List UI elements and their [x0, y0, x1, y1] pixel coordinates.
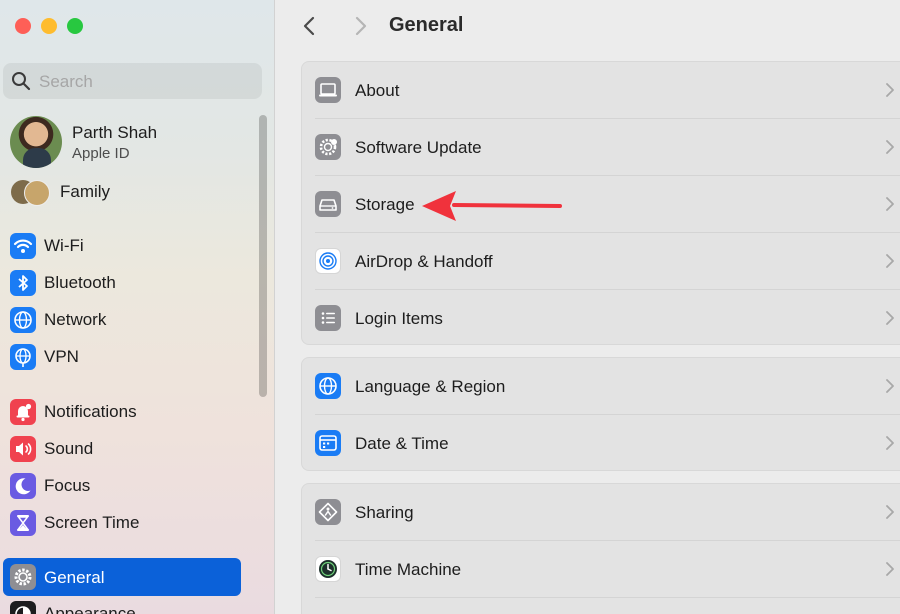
row-time-machine[interactable]: Time Machine [302, 541, 900, 598]
sharing-icon [315, 499, 341, 525]
row-about[interactable]: About [302, 62, 900, 119]
bluetooth-icon [10, 270, 36, 296]
search-input[interactable] [37, 63, 251, 101]
sidebar-item-label: VPN [44, 347, 79, 366]
chevron-right-icon [886, 197, 894, 211]
chevron-right-icon [886, 311, 894, 325]
chevron-right-icon [886, 379, 894, 393]
airdrop-icon [315, 248, 341, 274]
sidebar-item-screen-time[interactable]: Screen Time [10, 507, 250, 539]
sidebar-item-label: Screen Time [44, 513, 140, 532]
drive-icon [315, 191, 341, 217]
sidebar-item-label: General [44, 568, 105, 587]
hourglass-icon [10, 510, 36, 536]
row-label: Software Update [355, 138, 482, 157]
close-window-button[interactable] [15, 18, 31, 34]
sidebar-item-label: Appearance [44, 604, 136, 614]
laptop-icon [315, 77, 341, 103]
page-title: General [389, 14, 464, 36]
sidebar-item-label: Focus [44, 476, 91, 495]
row-label: Date & Time [355, 434, 449, 453]
sidebar-item-label: Notifications [44, 402, 137, 421]
vpn-globe-icon [10, 344, 36, 370]
chevron-right-icon [886, 505, 894, 519]
time-machine-icon [315, 556, 341, 582]
wifi-icon [10, 233, 36, 259]
appearance-icon [10, 601, 36, 614]
moon-icon [10, 473, 36, 499]
red-arrow-annotation [422, 191, 562, 221]
row-label: Language & Region [355, 377, 506, 396]
row-label: Storage [355, 195, 415, 214]
row-sharing[interactable]: Sharing [302, 484, 900, 541]
globe-icon [315, 373, 341, 399]
row-label: Sharing [355, 503, 414, 522]
zoom-window-button[interactable] [67, 18, 83, 34]
sidebar-scrollbar[interactable] [259, 115, 267, 397]
row-date-time[interactable]: Date & Time [302, 415, 900, 472]
system-settings-window: Parth Shah Apple ID Family Wi-Fi Bluetoo… [0, 0, 900, 614]
sidebar-item-focus[interactable]: Focus [10, 470, 250, 502]
settings-group-locale: Language & Region Date & Time [301, 357, 900, 471]
chevron-right-icon [886, 83, 894, 97]
gear-badge-icon [315, 134, 341, 160]
chevron-right-icon [886, 140, 894, 154]
bell-icon [10, 399, 36, 425]
row-label: Login Items [355, 309, 443, 328]
chevron-right-icon [886, 562, 894, 576]
sidebar: Parth Shah Apple ID Family Wi-Fi Bluetoo… [0, 0, 275, 614]
calendar-clock-icon [315, 430, 341, 456]
chevron-right-icon [886, 254, 894, 268]
sidebar-item-bluetooth[interactable]: Bluetooth [10, 267, 250, 299]
family-avatars [11, 178, 50, 206]
sidebar-item-network[interactable]: Network [10, 304, 250, 336]
search-field[interactable] [3, 63, 262, 101]
sidebar-item-appearance[interactable]: Appearance [10, 598, 250, 614]
row-label: Time Machine [355, 560, 462, 579]
sidebar-item-sound[interactable]: Sound [10, 433, 250, 465]
profile-subtitle: Apple ID [72, 145, 130, 162]
row-label: About [355, 81, 400, 100]
search-icon [12, 72, 31, 91]
list-icon [315, 305, 341, 331]
apple-id-profile[interactable]: Parth Shah Apple ID [10, 116, 260, 170]
settings-group-system: About Software Update Storage AirDrop & … [301, 61, 900, 345]
avatar [10, 116, 62, 168]
sidebar-item-label: Family [60, 182, 111, 201]
chevron-right-icon [886, 436, 894, 450]
minimize-window-button[interactable] [41, 18, 57, 34]
globe-icon [10, 307, 36, 333]
sidebar-item-vpn[interactable]: VPN [10, 341, 250, 373]
sidebar-item-notifications[interactable]: Notifications [10, 396, 250, 428]
profile-name: Parth Shah [72, 123, 158, 142]
sidebar-item-family[interactable]: Family [10, 176, 260, 208]
sidebar-item-label: Network [44, 310, 107, 329]
sidebar-item-label: Bluetooth [44, 273, 116, 292]
row-airdrop-handoff[interactable]: AirDrop & Handoff [302, 233, 900, 290]
row-label: AirDrop & Handoff [355, 252, 493, 271]
speaker-icon [10, 436, 36, 462]
sidebar-item-label: Wi-Fi [44, 236, 84, 255]
back-button[interactable] [298, 13, 322, 39]
settings-group-sharing: Sharing Time Machine [301, 483, 900, 614]
row-software-update[interactable]: Software Update [302, 119, 900, 176]
sidebar-item-wifi[interactable]: Wi-Fi [10, 230, 250, 262]
sidebar-item-label: Sound [44, 439, 94, 458]
forward-button[interactable] [348, 13, 372, 39]
gear-icon [10, 564, 36, 590]
row-storage[interactable]: Storage [302, 176, 900, 233]
row-language-region[interactable]: Language & Region [302, 358, 900, 415]
row-login-items[interactable]: Login Items [302, 290, 900, 347]
sidebar-item-general[interactable]: General [3, 558, 241, 596]
main-content: General About Software Update Storage Ai… [276, 0, 900, 614]
